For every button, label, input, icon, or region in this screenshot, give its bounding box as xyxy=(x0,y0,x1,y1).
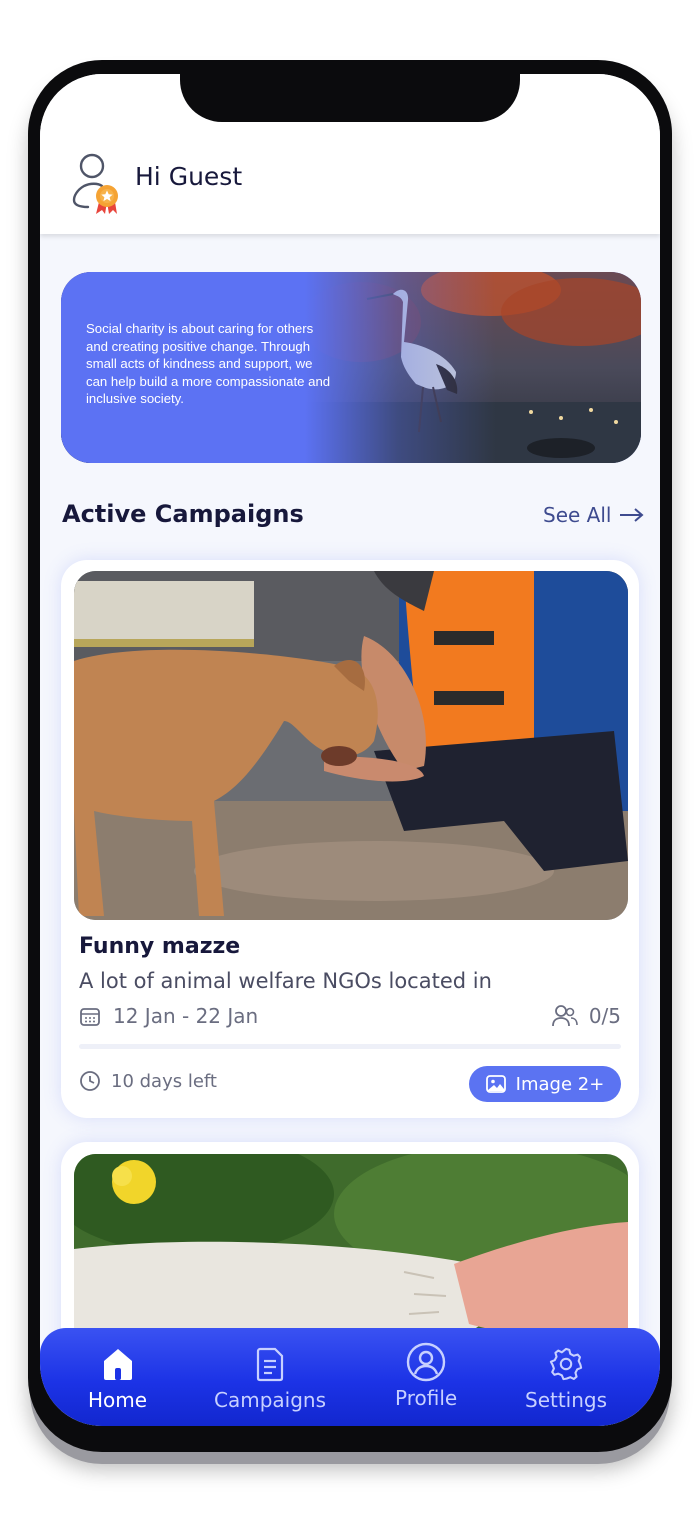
nav-home[interactable]: Home xyxy=(88,1346,147,1412)
phone-frame: Hi Guest Social charity is about caring … xyxy=(28,60,672,1452)
nav-profile[interactable]: Profile xyxy=(395,1342,458,1410)
campaign-card[interactable]: Funny mazze A lot of animal welfare NGOs… xyxy=(61,560,639,1118)
user-badge-icon[interactable] xyxy=(72,152,124,216)
days-left: 10 days left xyxy=(79,1070,217,1092)
app-screen: Hi Guest Social charity is about caring … xyxy=(40,74,660,1426)
campaign-progress-bar xyxy=(79,1044,621,1049)
days-left-text: 10 days left xyxy=(111,1070,217,1092)
profile-icon xyxy=(406,1342,446,1382)
participant-count: 0/5 xyxy=(551,1004,621,1028)
greeting-text: Hi Guest xyxy=(135,162,243,191)
campaign-description: A lot of animal welfare NGOs located in xyxy=(79,969,492,993)
banner-text: Social charity is about caring for other… xyxy=(86,321,331,406)
bottom-navigation: Home Campaigns Profile Settings xyxy=(40,1328,660,1426)
arrow-right-icon xyxy=(620,508,645,522)
dog-feeding-photo xyxy=(74,571,628,920)
clock-icon xyxy=(80,1071,100,1091)
participant-count-text: 0/5 xyxy=(588,1004,621,1028)
see-all-link[interactable]: See All xyxy=(543,503,645,527)
gear-icon xyxy=(549,1347,583,1381)
section-title: Active Campaigns xyxy=(62,500,304,528)
nav-settings[interactable]: Settings xyxy=(525,1346,607,1412)
campaign-date: 12 Jan - 22 Jan xyxy=(79,1004,258,1028)
nav-campaigns[interactable]: Campaigns xyxy=(214,1346,326,1412)
campaign-title: Funny mazze xyxy=(79,934,241,959)
nav-profile-label: Profile xyxy=(395,1386,458,1410)
campaign-image xyxy=(74,571,628,920)
hero-banner[interactable]: Social charity is about caring for other… xyxy=(61,272,641,463)
see-all-label: See All xyxy=(543,503,612,527)
image-button-label: Image 2+ xyxy=(515,1073,605,1095)
image-icon xyxy=(485,1075,506,1093)
date-range-text: 12 Jan - 22 Jan xyxy=(113,1004,259,1028)
home-icon xyxy=(103,1349,132,1380)
calendar-icon xyxy=(80,1008,100,1026)
users-icon xyxy=(551,1005,578,1027)
phone-notch xyxy=(180,74,520,122)
nav-home-label: Home xyxy=(88,1388,148,1412)
nav-campaigns-label: Campaigns xyxy=(214,1388,327,1412)
nav-settings-label: Settings xyxy=(525,1388,608,1412)
document-icon xyxy=(256,1347,284,1382)
image-gallery-button[interactable]: Image 2+ xyxy=(469,1066,621,1102)
